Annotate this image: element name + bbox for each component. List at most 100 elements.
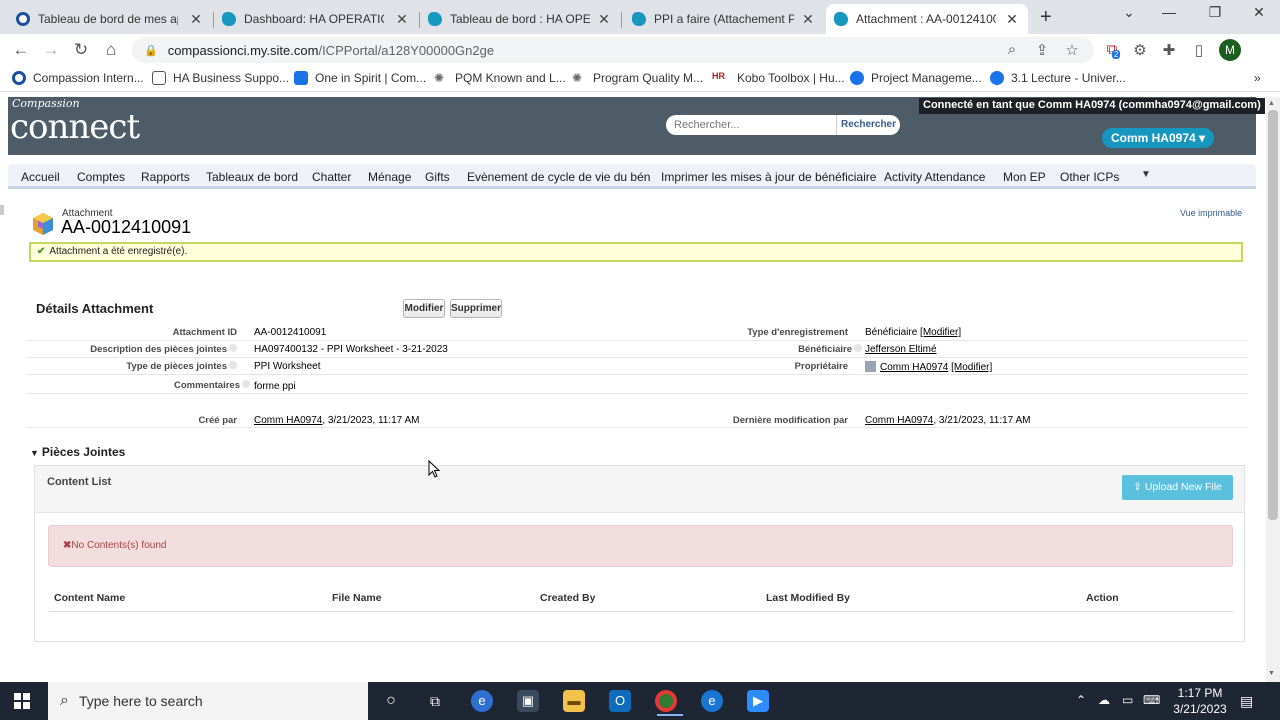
bookmark-star-icon[interactable]: ☆ [1062, 41, 1082, 59]
close-icon[interactable]: ✕ [596, 11, 612, 28]
home-icon[interactable]: ⌂ [100, 40, 122, 60]
created-by-user-link[interactable]: Comm HA0974 [254, 415, 322, 426]
column-header-content-name[interactable]: Content Name [54, 592, 125, 604]
bookmark-item[interactable]: One in Spirit | Com... [294, 71, 426, 85]
nav-tab-accueil[interactable]: Accueil [21, 170, 60, 184]
content-list-header: Content List ⇪ Upload New File [35, 466, 1244, 513]
user-menu-button[interactable]: Comm HA0974 ▾ [1102, 128, 1214, 148]
nav-tab-activity-attendance[interactable]: Activity Attendance [884, 170, 985, 184]
nav-tab-mon-ep[interactable]: Mon EP [1003, 170, 1046, 184]
taskbar-clock[interactable]: 1:17 PM 3/21/2023 [1172, 685, 1228, 717]
minimize-icon[interactable]: — [1154, 4, 1184, 20]
nav-tab-comptes[interactable]: Comptes [77, 170, 125, 184]
browser-app-icon[interactable]: e [471, 690, 493, 712]
printable-view-link[interactable]: Vue imprimable [1180, 208, 1242, 218]
scroll-up-icon[interactable]: ▲ [1268, 100, 1275, 107]
screen: Tableau de bord de mes app ✕ Dashboard: … [0, 0, 1280, 720]
help-icon[interactable] [854, 344, 862, 352]
edge-icon[interactable]: e [701, 690, 723, 712]
bookmark-item[interactable]: ✺ PQM Known and L... [434, 71, 566, 85]
profile-avatar[interactable]: M [1219, 39, 1241, 61]
outlook-icon[interactable]: O [609, 690, 631, 712]
puzzle-extensions-icon[interactable]: ✚ [1159, 41, 1179, 59]
tab-search-icon[interactable]: ⌄ [1114, 4, 1144, 21]
back-icon[interactable]: ← [10, 40, 32, 60]
change-record-type-link[interactable]: [Modifier] [920, 327, 961, 338]
attachments-section-toggle[interactable]: ▼ Pièces Jointes [30, 445, 125, 459]
window-close-icon[interactable]: ✕ [1244, 4, 1274, 21]
bookmark-item[interactable]: HA Business Suppo... [152, 71, 289, 85]
task-view-icon[interactable]: ⧉ [424, 690, 446, 712]
help-icon[interactable] [242, 380, 250, 388]
beneficiary-value: Jefferson Eltimé [865, 344, 937, 355]
settings-gear-icon[interactable]: ⚙ [1130, 41, 1150, 59]
scroll-down-icon[interactable]: ▼ [1268, 670, 1275, 677]
windows-start-icon[interactable] [14, 693, 30, 709]
forward-icon[interactable]: → [40, 40, 62, 60]
zoom-icon[interactable]: ⌕ [1002, 41, 1022, 58]
browser-tab[interactable]: PPI a faire (Attachement PPI ✕ [624, 4, 824, 34]
keyboard-icon[interactable]: ⌨ [1143, 693, 1160, 707]
upload-new-file-button[interactable]: ⇪ Upload New File [1122, 475, 1233, 500]
column-header-last-modified-by[interactable]: Last Modified By [766, 592, 850, 604]
close-icon[interactable]: ✕ [188, 11, 204, 28]
portal-search-input[interactable] [666, 115, 836, 135]
browser-tab-active[interactable]: Attachment : AA-001241009 ✕ [826, 4, 1028, 34]
edit-button[interactable]: Modifier [403, 299, 445, 318]
taskbar-search-box[interactable]: ⌕ Type here to search [48, 682, 368, 720]
delete-button[interactable]: Supprimer [450, 299, 502, 318]
extension-badge: 2 [1112, 50, 1121, 59]
zoom-app-icon[interactable]: ▶ [747, 690, 769, 712]
more-bookmarks-icon[interactable]: » [1254, 71, 1261, 85]
modified-by-user-link[interactable]: Comm HA0974 [865, 415, 933, 426]
browser-tab[interactable]: Dashboard: HA OPERATIONA ✕ [214, 4, 418, 34]
sidebar-handle[interactable] [0, 205, 4, 215]
bookmark-item[interactable]: HR Kobo Toolbox | Hu... [712, 71, 845, 85]
side-panel-icon[interactable]: ▯ [1189, 41, 1209, 59]
browser-tab[interactable]: Tableau de bord : HA OPERA ✕ [420, 4, 620, 34]
reload-icon[interactable]: ↻ [70, 40, 92, 60]
nav-tab-tableaux-de-bord[interactable]: Tableaux de bord [206, 170, 298, 184]
nav-tab-chatter[interactable]: Chatter [312, 170, 351, 184]
bookmark-item[interactable]: ✺ Program Quality M... [572, 71, 703, 85]
nav-tab-other-icps[interactable]: Other ICPs [1060, 170, 1119, 184]
owner-link[interactable]: Comm HA0974 [880, 362, 948, 373]
notifications-icon[interactable]: ▤ [1240, 693, 1253, 710]
battery-icon[interactable]: ▭ [1122, 693, 1133, 707]
extension-icon[interactable]: ⧉ 2 [1102, 41, 1122, 59]
nav-tab-gifts[interactable]: Gifts [425, 170, 450, 184]
help-icon[interactable] [229, 361, 237, 369]
close-icon[interactable]: ✕ [1004, 11, 1020, 28]
column-header-created-by[interactable]: Created By [540, 592, 595, 604]
change-owner-link[interactable]: [Modifier] [951, 362, 992, 373]
nav-tab-evenement[interactable]: Evènement de cycle de vie du bén [467, 170, 650, 184]
bookmark-item[interactable]: Compassion Intern... [12, 71, 144, 85]
nav-tab-menage[interactable]: Ménage [368, 170, 411, 184]
new-tab-icon[interactable]: + [1040, 6, 1052, 29]
help-icon[interactable] [229, 344, 237, 352]
column-header-file-name[interactable]: File Name [332, 592, 382, 604]
beneficiary-link[interactable]: Jefferson Eltimé [865, 344, 937, 355]
scrollbar-thumb[interactable] [1268, 110, 1278, 520]
nav-more-icon[interactable]: ▼ [1141, 169, 1151, 180]
created-by-label: Créé par [198, 415, 237, 426]
browser-tab[interactable]: Tableau de bord de mes app ✕ [8, 4, 212, 34]
portal-search-button[interactable]: Rechercher [836, 115, 900, 135]
compassion-favicon-icon [16, 12, 30, 26]
cloud-icon[interactable]: ☁ [1098, 693, 1110, 707]
nav-tab-imprimer[interactable]: Imprimer les mises à jour de bénéficiair… [661, 170, 876, 184]
share-icon[interactable]: ⇪ [1032, 41, 1052, 59]
url-field[interactable]: 🔒 compassionci.my.site.com/ICPPortal/a12… [132, 37, 1094, 63]
logo-connect[interactable]: connect [10, 107, 140, 147]
bookmark-item[interactable]: Project Manageme... [850, 71, 982, 85]
chrome-icon[interactable] [655, 690, 683, 716]
close-icon[interactable]: ✕ [394, 11, 410, 28]
store-icon[interactable]: ▣ [517, 690, 539, 712]
cortana-icon[interactable]: ○ [380, 690, 402, 712]
bookmark-item[interactable]: 3.1 Lecture - Univer... [990, 71, 1126, 85]
restore-icon[interactable]: ❐ [1200, 4, 1230, 21]
close-icon[interactable]: ✕ [800, 11, 816, 28]
file-explorer-icon[interactable]: ▬ [563, 690, 585, 712]
tray-expand-icon[interactable]: ⌃ [1076, 693, 1086, 707]
nav-tab-rapports[interactable]: Rapports [141, 170, 190, 184]
